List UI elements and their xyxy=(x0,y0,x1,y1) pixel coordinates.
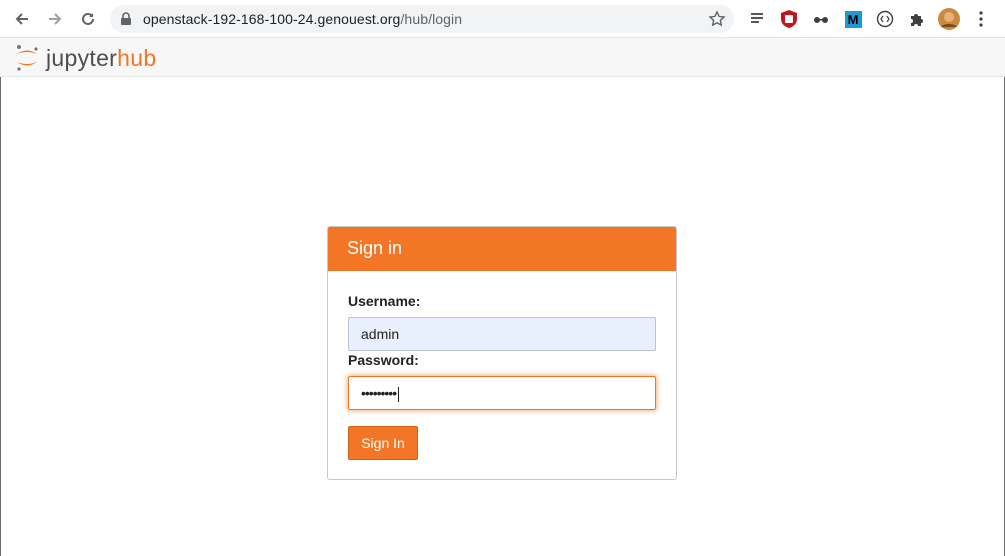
code-extension-icon[interactable] xyxy=(874,8,896,30)
arrow-right-icon xyxy=(49,13,62,25)
reload-button[interactable] xyxy=(76,7,100,31)
password-mask: ••••••••• xyxy=(361,385,397,401)
arrow-left-icon xyxy=(15,13,28,25)
sign-in-button[interactable]: Sign In xyxy=(348,426,418,460)
menu-dots-icon[interactable] xyxy=(970,8,992,30)
avatar[interactable] xyxy=(937,7,961,31)
username-field[interactable]: admin xyxy=(348,317,656,351)
m-extension-icon[interactable]: M xyxy=(842,8,864,30)
back-button[interactable] xyxy=(10,7,34,31)
login-panel: Sign in Username: admin Password: ••••••… xyxy=(327,226,677,480)
text-caret xyxy=(398,386,400,402)
glasses-icon[interactable] xyxy=(810,8,832,30)
jupyterhub-logo[interactable]: jupyterhub xyxy=(14,41,156,75)
reading-list-icon[interactable] xyxy=(746,8,768,30)
ublock-icon[interactable] xyxy=(778,8,800,30)
password-label: Password: xyxy=(348,352,419,368)
puzzle-icon[interactable] xyxy=(906,8,928,30)
jupyterhub-header: jupyterhub xyxy=(0,38,1005,77)
login-panel-header: Sign in xyxy=(328,227,676,271)
forward-button[interactable] xyxy=(43,7,67,31)
lock-icon xyxy=(121,12,131,25)
username-value: admin xyxy=(361,326,400,342)
url-text: openstack-192-168-100-24.genouest.org/hu… xyxy=(143,11,463,27)
browser-toolbar: openstack-192-168-100-24.genouest.org/hu… xyxy=(0,0,1005,38)
reload-icon xyxy=(82,12,94,25)
address-bar[interactable]: openstack-192-168-100-24.genouest.org/hu… xyxy=(110,5,734,33)
window-edge-left xyxy=(0,77,1,556)
password-field[interactable]: ••••••••• xyxy=(348,376,656,410)
jupyter-logo-icon xyxy=(17,45,38,71)
logo-wordmark: jupyterhub xyxy=(46,44,157,71)
login-title: Sign in xyxy=(347,238,403,258)
username-label: Username: xyxy=(348,293,421,309)
bookmark-star-icon[interactable] xyxy=(708,10,726,28)
